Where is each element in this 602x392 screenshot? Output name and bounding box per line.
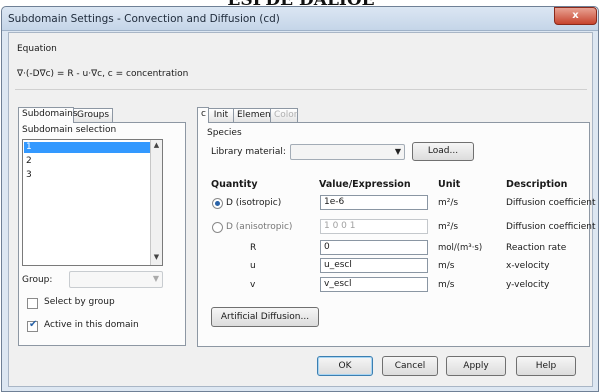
library-material-combo[interactable]: ▼ (290, 144, 405, 160)
quantity-d-isotropic: D (isotropic) (226, 198, 282, 208)
help-button[interactable]: Help (516, 356, 576, 376)
quantity-d-anisotropic: D (anisotropic) (226, 222, 293, 232)
subdomain-list[interactable]: 1 2 3 ▲ ▼ (22, 139, 163, 266)
value-u-input[interactable]: u_escl (320, 258, 428, 273)
check-icon: ✔ (29, 319, 38, 330)
library-material-label: Library material: (211, 147, 286, 157)
description-d-anisotropic: Diffusion coefficient (506, 222, 596, 232)
window-title: Subdomain Settings - Convection and Diff… (8, 13, 280, 25)
quantity-v: v (250, 280, 256, 290)
unit-r: mol/(m³·s) (438, 243, 483, 253)
tab-c[interactable]: c (197, 107, 209, 123)
value-d-isotropic-input[interactable]: 1e-6 (320, 195, 428, 210)
title-bar[interactable]: Subdomain Settings - Convection and Diff… (2, 7, 598, 31)
scroll-down-icon[interactable]: ▼ (151, 253, 162, 261)
close-button[interactable]: x (554, 7, 597, 25)
tab-init[interactable]: Init (208, 108, 234, 122)
tab-element[interactable]: Element (233, 108, 274, 122)
subdomains-panel: Subdomain selection 1 2 3 ▲ ▼ Group: ▼ S… (18, 122, 186, 346)
description-v: y-velocity (506, 280, 550, 290)
select-by-group-label: Select by group (44, 297, 115, 307)
d-anisotropic-radio[interactable] (212, 222, 223, 233)
equation-divider (15, 89, 587, 90)
subdomain-selection-label: Subdomain selection (22, 125, 117, 135)
value-d-anisotropic-input[interactable]: 1 0 0 1 (320, 219, 428, 234)
header-value: Value/Expression (319, 179, 411, 190)
tab-color: Color (270, 108, 298, 122)
cancel-button[interactable]: Cancel (382, 356, 438, 376)
quantity-r: R (250, 243, 257, 253)
unit-v: m/s (438, 280, 455, 290)
ok-button[interactable]: OK (317, 356, 373, 376)
header-quantity: Quantity (211, 179, 258, 190)
artificial-diffusion-button[interactable]: Artificial Diffusion... (211, 307, 319, 327)
close-icon: x (572, 10, 579, 21)
apply-button[interactable]: Apply (446, 356, 506, 376)
description-u: x-velocity (506, 261, 550, 271)
active-in-domain-checkbox[interactable]: ✔ (27, 319, 38, 332)
coefficients-panel: Species Library material: ▼ Load... Quan… (197, 122, 596, 347)
d-isotropic-radio[interactable] (212, 198, 223, 209)
header-unit: Unit (438, 179, 461, 190)
equation-text: ∇·(-D∇c) = R - u·∇c, c = concentration (17, 69, 189, 79)
chevron-down-icon: ▼ (152, 274, 159, 283)
unit-d-isotropic: m²/s (438, 198, 459, 208)
scroll-up-icon[interactable]: ▲ (151, 141, 162, 149)
value-r-input[interactable]: 0 (320, 240, 428, 255)
radio-selected-dot (215, 201, 220, 206)
active-in-domain-label: Active in this domain (44, 320, 139, 330)
species-label: Species (207, 128, 242, 138)
dialog-body: Equation ∇·(-D∇c) = R - u·∇c, c = concen… (8, 32, 596, 387)
header-description: Description (506, 179, 568, 190)
unit-d-anisotropic: m²/s (438, 222, 459, 232)
quantity-u: u (250, 261, 256, 271)
subdomain-list-scrollbar[interactable]: ▲ ▼ (150, 140, 162, 265)
tab-groups[interactable]: Groups (73, 108, 113, 122)
value-v-input[interactable]: v_escl (320, 277, 428, 292)
tab-subdomains[interactable]: Subdomains (18, 107, 78, 123)
list-item[interactable]: 3 (26, 170, 32, 181)
group-combo[interactable]: ▼ (69, 271, 163, 288)
unit-u: m/s (438, 261, 455, 271)
load-button[interactable]: Load... (412, 142, 474, 161)
description-r: Reaction rate (506, 243, 567, 253)
equation-label: Equation (17, 44, 57, 54)
list-item[interactable]: 1 (24, 142, 150, 153)
chevron-down-icon: ▼ (394, 147, 401, 156)
select-by-group-checkbox[interactable] (27, 298, 38, 309)
dialog-window: Subdomain Settings - Convection and Diff… (1, 6, 599, 392)
description-d-isotropic: Diffusion coefficient (506, 198, 596, 208)
list-item[interactable]: 2 (26, 156, 32, 167)
group-label: Group: (22, 275, 53, 285)
